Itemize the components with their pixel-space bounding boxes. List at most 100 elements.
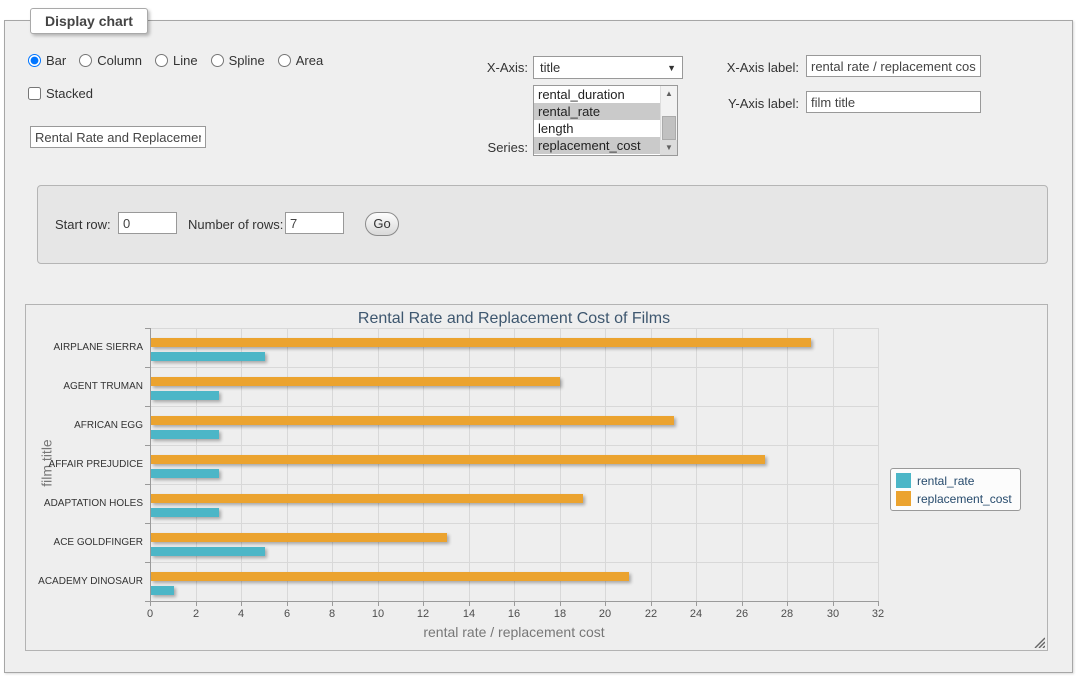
yaxis-label-input[interactable] — [806, 91, 981, 113]
gridline-vertical — [696, 328, 697, 601]
legend-item[interactable]: rental_rate — [896, 473, 1012, 488]
x-tick-label: 4 — [226, 608, 256, 620]
fieldset-legend: Display chart — [30, 8, 148, 34]
tick-mark — [378, 602, 379, 606]
radio-area-label: Area — [296, 53, 323, 68]
tick-mark — [145, 367, 150, 368]
x-tick-label: 12 — [408, 608, 438, 620]
xaxis-select[interactable]: title ▼ — [533, 56, 683, 79]
series-option[interactable]: length — [534, 120, 660, 137]
legend-item[interactable]: replacement_cost — [896, 491, 1012, 506]
tick-mark — [145, 523, 150, 524]
tick-mark — [145, 484, 150, 485]
tick-mark — [469, 602, 470, 606]
category-label: ADAPTATION HOLES — [26, 484, 143, 523]
stacked-label: Stacked — [46, 86, 93, 101]
chart-title-input[interactable] — [30, 126, 206, 148]
x-tick-label: 24 — [681, 608, 711, 620]
x-tick-label: 6 — [272, 608, 302, 620]
radio-area[interactable]: Area — [278, 53, 323, 68]
radio-spline-input[interactable] — [211, 54, 224, 67]
category-label: AGENT TRUMAN — [26, 367, 143, 406]
chart-bar-rental_rate[interactable] — [151, 352, 265, 361]
chart-bar-replacement_cost[interactable] — [151, 494, 583, 503]
gridline-vertical — [514, 328, 515, 601]
num-rows-label: Number of rows: — [188, 217, 283, 232]
series-options: rental_durationrental_ratelengthreplacem… — [534, 86, 660, 154]
chart-bar-rental_rate[interactable] — [151, 469, 219, 478]
radio-column[interactable]: Column — [79, 53, 142, 68]
go-button[interactable]: Go — [365, 212, 399, 236]
tick-mark — [423, 602, 424, 606]
chart-bar-replacement_cost[interactable] — [151, 416, 674, 425]
x-tick-label: 28 — [772, 608, 802, 620]
chart-bar-replacement_cost[interactable] — [151, 572, 629, 581]
chart-bar-replacement_cost[interactable] — [151, 377, 560, 386]
x-tick-label: 22 — [636, 608, 666, 620]
gridline-vertical — [833, 328, 834, 601]
chart-bar-replacement_cost[interactable] — [151, 338, 811, 347]
xaxis-label-input[interactable] — [806, 55, 981, 77]
gridline-vertical — [605, 328, 606, 601]
plot-area — [150, 328, 878, 601]
num-rows-input[interactable] — [285, 212, 344, 234]
x-tick-label: 10 — [363, 608, 393, 620]
radio-column-input[interactable] — [79, 54, 92, 67]
radio-bar[interactable]: Bar — [28, 53, 66, 68]
gridline-horizontal — [150, 523, 878, 524]
chart-bar-rental_rate[interactable] — [151, 508, 219, 517]
x-tick-label: 30 — [818, 608, 848, 620]
tick-mark — [742, 602, 743, 606]
series-multiselect[interactable]: rental_durationrental_ratelengthreplacem… — [533, 85, 678, 156]
scroll-up-icon[interactable]: ▲ — [661, 86, 677, 101]
chart-bar-replacement_cost[interactable] — [151, 455, 765, 464]
gridline-vertical — [287, 328, 288, 601]
chart-type-radios: Bar Column Line Spline Area — [28, 53, 323, 68]
gridline-vertical — [241, 328, 242, 601]
x-tick-label: 14 — [454, 608, 484, 620]
legend-swatch — [896, 491, 911, 506]
category-label: AIRPLANE SIERRA — [26, 328, 143, 367]
radio-spline[interactable]: Spline — [211, 53, 265, 68]
chart-legend: rental_rate replacement_cost — [890, 468, 1021, 511]
chart-bar-rental_rate[interactable] — [151, 586, 174, 595]
tick-mark — [651, 602, 652, 606]
chart-bar-replacement_cost[interactable] — [151, 533, 447, 542]
x-tick-label: 8 — [317, 608, 347, 620]
series-option[interactable]: rental_duration — [534, 86, 660, 103]
tick-mark — [196, 602, 197, 606]
resize-grip[interactable] — [1033, 636, 1045, 648]
radio-column-label: Column — [97, 53, 142, 68]
scroll-down-icon[interactable]: ▼ — [661, 140, 677, 155]
chart-bar-rental_rate[interactable] — [151, 430, 219, 439]
radio-bar-input[interactable] — [28, 54, 41, 67]
xaxis-label-label: X-Axis label: — [704, 60, 799, 75]
tick-mark — [145, 328, 150, 329]
radio-line[interactable]: Line — [155, 53, 198, 68]
radio-area-input[interactable] — [278, 54, 291, 67]
gridline-vertical — [196, 328, 197, 601]
series-scrollbar[interactable]: ▲ ▼ — [660, 86, 677, 155]
chart-bar-rental_rate[interactable] — [151, 391, 219, 400]
tick-mark — [833, 602, 834, 606]
yaxis-label-label: Y-Axis label: — [704, 96, 799, 111]
chevron-down-icon: ▼ — [667, 63, 676, 73]
stacked-checkbox[interactable] — [28, 87, 41, 100]
radio-line-label: Line — [173, 53, 198, 68]
start-row-input[interactable] — [118, 212, 177, 234]
series-option[interactable]: rental_rate — [534, 103, 660, 120]
radio-line-input[interactable] — [155, 54, 168, 67]
tick-mark — [332, 602, 333, 606]
gridline-horizontal — [150, 367, 878, 368]
chart-bar-rental_rate[interactable] — [151, 547, 265, 556]
gridline-vertical — [878, 328, 879, 601]
category-label: AFFAIR PREJUDICE — [26, 445, 143, 484]
x-tick-label: 18 — [545, 608, 575, 620]
x-tick-label: 32 — [863, 608, 893, 620]
x-tick-label: 0 — [135, 608, 165, 620]
gridline-vertical — [332, 328, 333, 601]
stacked-checkbox-row[interactable]: Stacked — [28, 86, 93, 101]
xaxis-select-label: X-Axis: — [458, 60, 528, 75]
series-option[interactable]: replacement_cost — [534, 137, 660, 154]
scrollbar-thumb[interactable] — [662, 116, 676, 140]
